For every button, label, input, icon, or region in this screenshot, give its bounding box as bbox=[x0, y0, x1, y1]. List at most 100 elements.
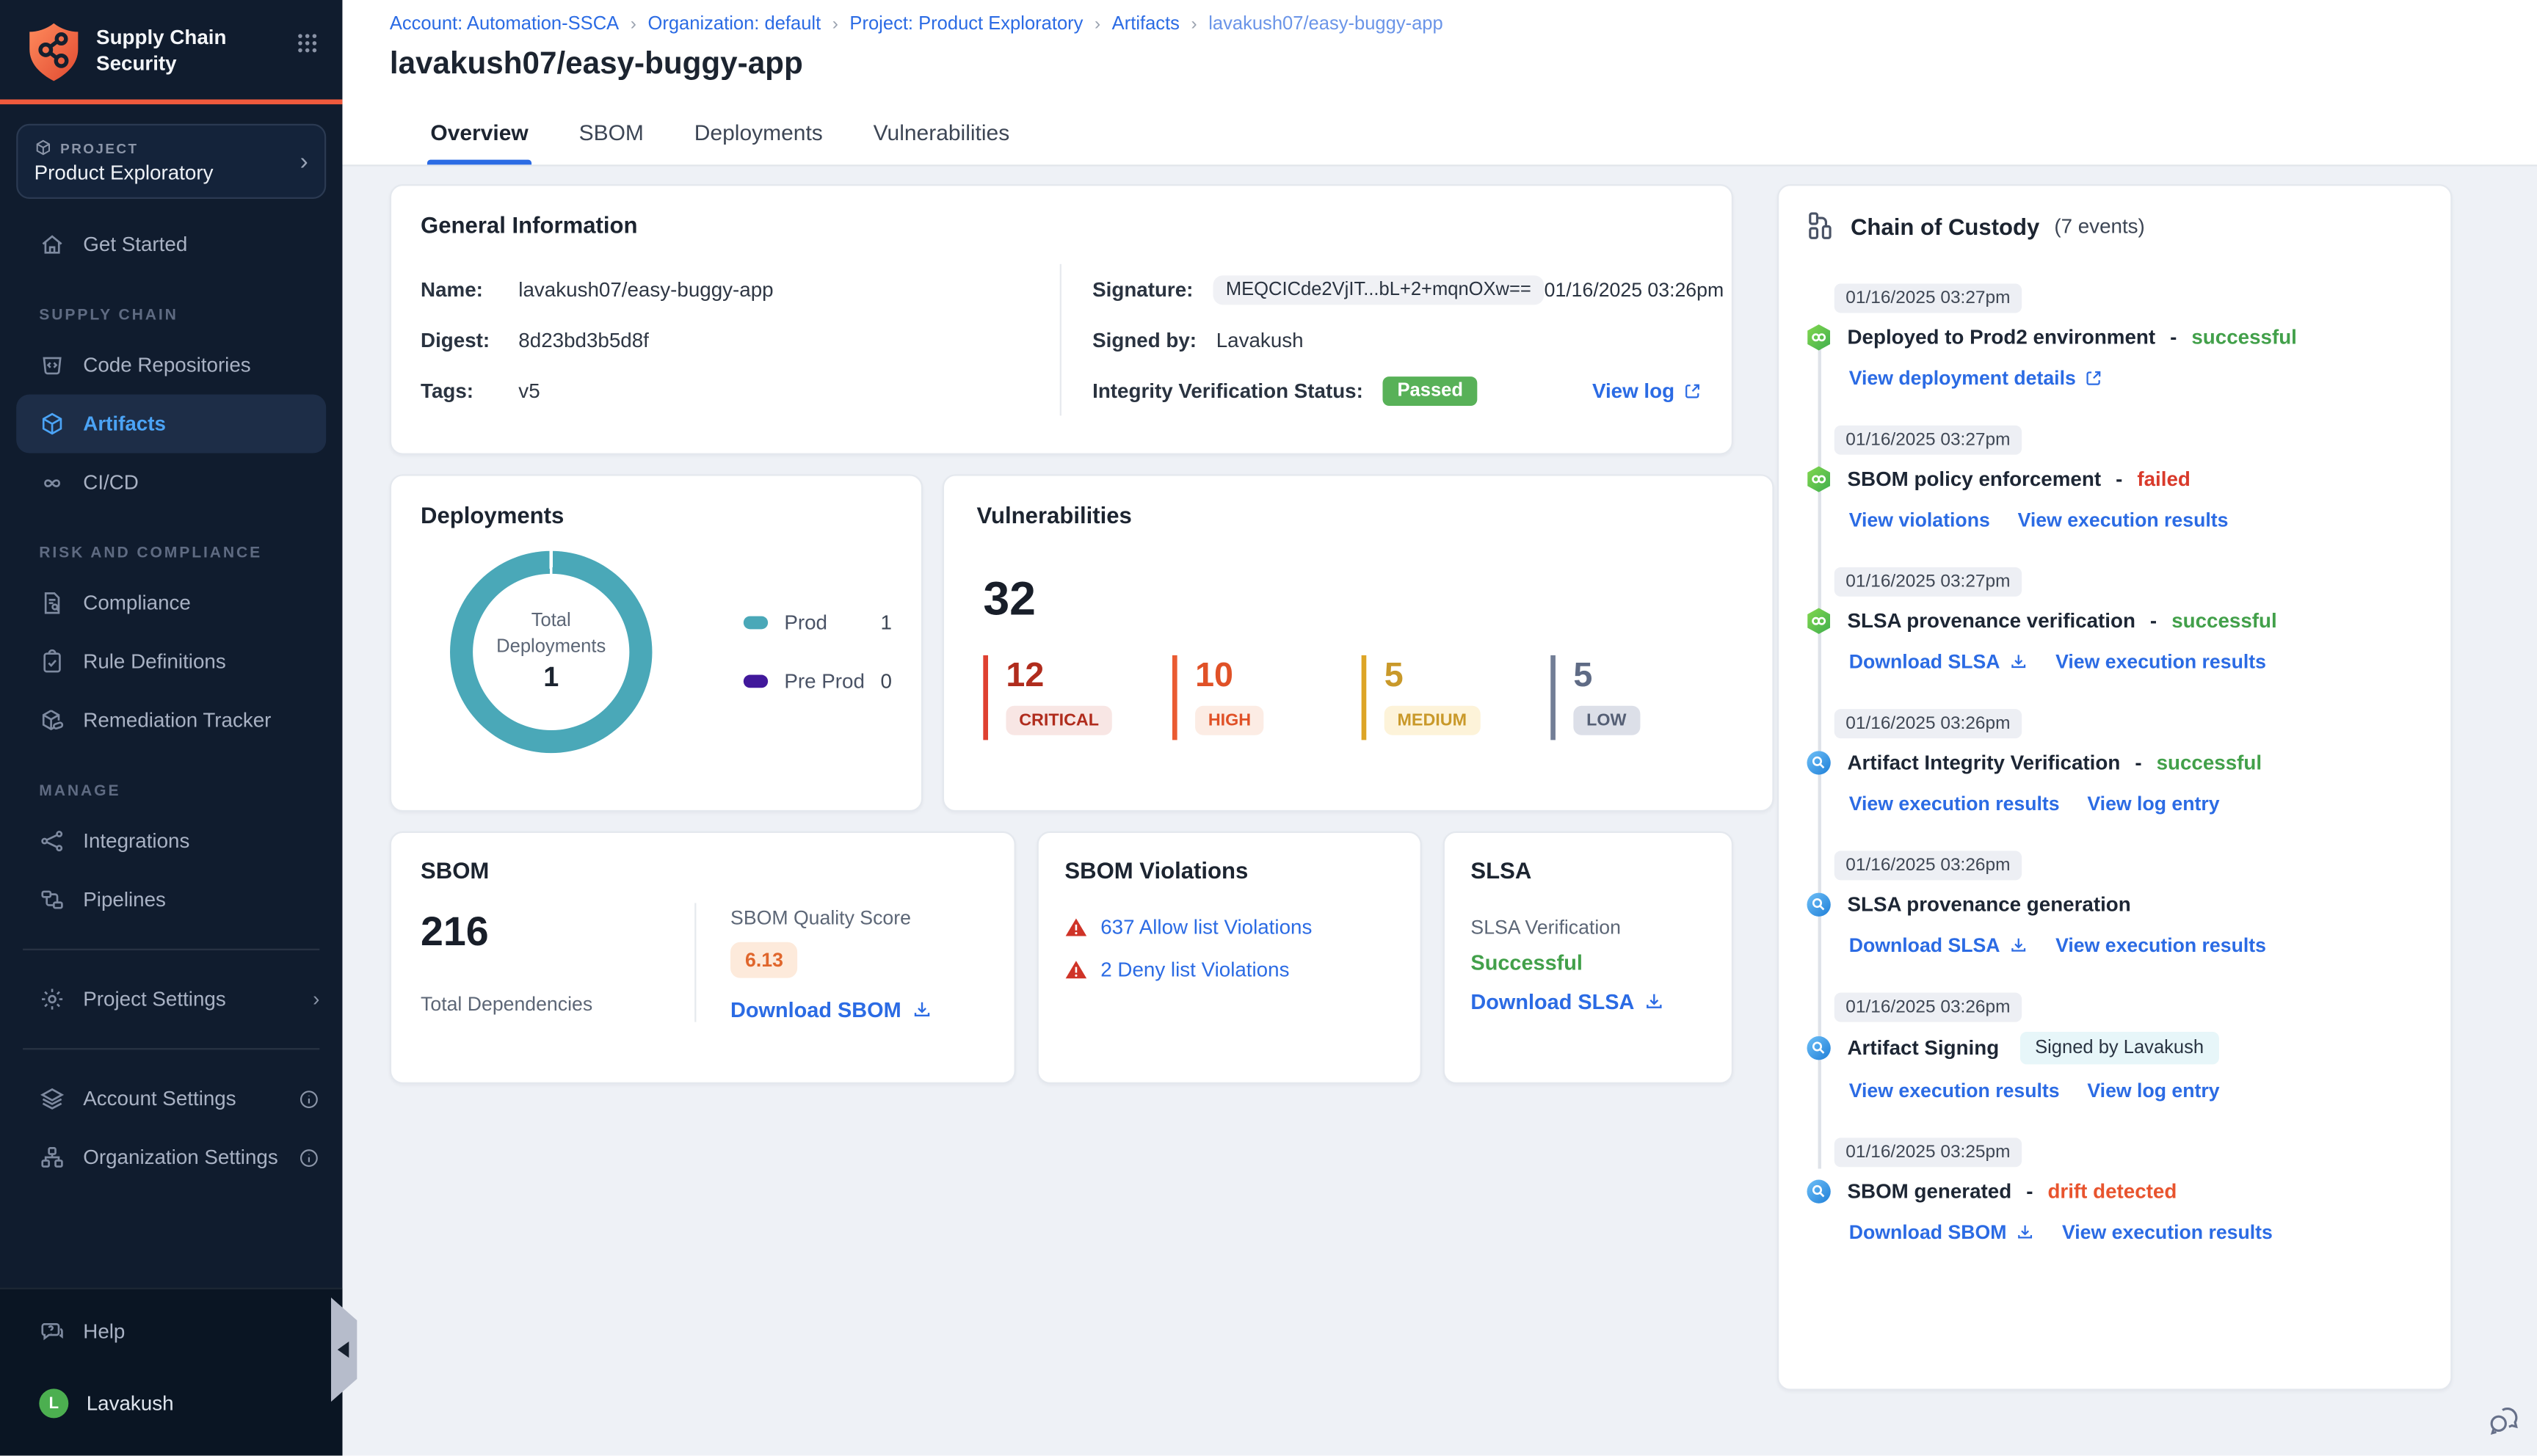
link-label: View violations bbox=[1848, 508, 1990, 532]
pipeline-event-icon bbox=[1807, 324, 1831, 351]
allow-list-violations-link[interactable]: 637 Allow list Violations bbox=[1064, 916, 1394, 939]
info-icon[interactable] bbox=[298, 1147, 319, 1168]
event-timestamp: 01/16/2025 03:26pm bbox=[1834, 851, 2022, 881]
chain-of-custody-title: Chain of Custody bbox=[1850, 212, 2040, 239]
view-execution-results-link[interactable]: View execution results bbox=[2055, 934, 2266, 957]
sidebar-item-organization-settings[interactable]: Organization Settings bbox=[0, 1128, 342, 1187]
deny-list-violations-label: 2 Deny list Violations bbox=[1100, 958, 1290, 982]
event-status: successful bbox=[2191, 326, 2297, 349]
sidebar-item-pipelines[interactable]: Pipelines bbox=[0, 870, 342, 929]
event-status: successful bbox=[2171, 609, 2277, 633]
event-sbom-policy-enforcement: 01/16/2025 03:27pm SBOM policy enforceme… bbox=[1805, 423, 2425, 531]
legend-item-pre-prod: Pre Prod 0 bbox=[743, 670, 892, 693]
view-execution-results-link[interactable]: View execution results bbox=[1849, 1079, 2060, 1102]
event-deployed-prod2: 01/16/2025 03:27pm Deployed to Prod2 env… bbox=[1805, 282, 2425, 390]
view-log-entry-link[interactable]: View log entry bbox=[2087, 1079, 2219, 1102]
tab-vulnerabilities[interactable]: Vulnerabilities bbox=[870, 99, 1012, 164]
code-repository-icon bbox=[39, 352, 65, 379]
signed-by-label: Signed by: bbox=[1092, 328, 1197, 352]
nav-section-supply-chain: SUPPLY CHAIN bbox=[39, 306, 178, 324]
event-timestamp: 01/16/2025 03:27pm bbox=[1834, 425, 2022, 455]
view-execution-results-link[interactable]: View execution results bbox=[2055, 650, 2266, 673]
sidebar-item-label: Get Started bbox=[83, 233, 188, 256]
dash: - bbox=[2026, 1180, 2033, 1204]
sbom-quality-score-value: 6.13 bbox=[730, 942, 798, 978]
module-grid-menu-icon[interactable] bbox=[295, 21, 319, 56]
breadcrumb-artifacts[interactable]: Artifacts bbox=[1112, 15, 1180, 34]
dash: - bbox=[2135, 751, 2142, 775]
breadcrumb-project[interactable]: Project: Product Exploratory bbox=[849, 15, 1083, 34]
breadcrumb-organization[interactable]: Organization: default bbox=[647, 15, 821, 34]
sbom-violations-card: SBOM Violations 637 Allow list Violation… bbox=[1037, 831, 1422, 1085]
view-violations-link[interactable]: View violations bbox=[1849, 509, 1990, 531]
link-label: View deployment details bbox=[1848, 366, 2076, 390]
sidebar-item-rule-definitions[interactable]: Rule Definitions bbox=[0, 633, 342, 691]
artifacts-box-icon bbox=[39, 411, 65, 437]
gear-icon bbox=[39, 986, 65, 1013]
tab-deployments[interactable]: Deployments bbox=[691, 99, 826, 164]
severity-medium: 5 MEDIUM bbox=[1361, 655, 1551, 740]
download-icon bbox=[2011, 655, 2025, 669]
download-slsa-label: Download SLSA bbox=[1470, 989, 1635, 1014]
download-sbom-link[interactable]: Download SBOM bbox=[730, 997, 932, 1022]
infinity-icon bbox=[39, 470, 65, 496]
event-timeline: 01/16/2025 03:27pm Deployed to Prod2 env… bbox=[1805, 282, 2425, 1244]
sidebar-item-project-settings[interactable]: Project Settings › bbox=[0, 970, 342, 1029]
event-title: Artifact Integrity Verification bbox=[1847, 751, 2121, 775]
breadcrumb-current[interactable]: lavakush07/easy-buggy-app bbox=[1208, 15, 1443, 34]
breadcrumb-account[interactable]: Account: Automation-SSCA bbox=[390, 15, 619, 34]
event-timestamp: 01/16/2025 03:27pm bbox=[1834, 283, 2022, 313]
event-status: successful bbox=[2156, 751, 2262, 775]
event-status: drift detected bbox=[2047, 1180, 2177, 1204]
sidebar-item-account-settings[interactable]: Account Settings bbox=[0, 1069, 342, 1128]
chevron-right-icon: › bbox=[313, 987, 320, 1011]
user-menu[interactable]: L Lavakush bbox=[0, 1374, 342, 1433]
slsa-card: SLSA SLSA Verification Successful Downlo… bbox=[1442, 831, 1734, 1085]
sidebar-nav: Get Started SUPPLY CHAIN Code Repositori… bbox=[0, 205, 342, 1288]
divider bbox=[23, 948, 320, 950]
breadcrumb-separator: › bbox=[630, 14, 636, 34]
medium-count: 5 bbox=[1384, 657, 1404, 695]
events-count: (7 events) bbox=[2054, 214, 2145, 238]
tab-overview[interactable]: Overview bbox=[427, 99, 532, 165]
deployments-donut-chart: Total Deployments 1 bbox=[450, 550, 653, 754]
sidebar-item-integrations[interactable]: Integrations bbox=[0, 812, 342, 870]
signature-value[interactable]: MEQCICde2VjIT...bL+2+mqnOXw== bbox=[1213, 274, 1545, 305]
link-label: Download SLSA bbox=[1848, 650, 2000, 674]
accent-divider bbox=[0, 99, 343, 105]
layers-icon bbox=[39, 1085, 65, 1112]
deployments-card: Deployments Total Deployments 1 Prod 1 P… bbox=[389, 474, 923, 812]
download-icon bbox=[2017, 1225, 2032, 1239]
download-slsa-link[interactable]: Download SLSA bbox=[1849, 934, 2028, 957]
user-name: Lavakush bbox=[86, 1391, 174, 1415]
sidebar-item-get-started[interactable]: Get Started bbox=[0, 215, 342, 274]
sidebar-item-compliance[interactable]: Compliance bbox=[0, 574, 342, 633]
deny-list-violations-link[interactable]: 2 Deny list Violations bbox=[1064, 958, 1394, 981]
sidebar-item-artifacts[interactable]: Artifacts bbox=[16, 394, 327, 454]
link-label: View execution results bbox=[2055, 933, 2266, 957]
download-slsa-link[interactable]: Download SLSA bbox=[1470, 989, 1705, 1014]
view-deployment-details-link[interactable]: View deployment details bbox=[1849, 367, 2104, 390]
info-icon[interactable] bbox=[298, 1088, 319, 1110]
tab-sbom[interactable]: SBOM bbox=[576, 99, 647, 164]
help-chat-icon bbox=[39, 1319, 65, 1345]
download-sbom-link[interactable]: Download SBOM bbox=[1849, 1221, 2034, 1244]
sidebar: Supply Chain Security PROJECT Product Ex… bbox=[0, 0, 357, 1456]
support-chat-launcher[interactable] bbox=[2486, 1402, 2522, 1438]
sidebar-item-label: CI/CD bbox=[83, 470, 139, 494]
view-execution-results-link[interactable]: View execution results bbox=[2018, 509, 2229, 531]
view-execution-results-link[interactable]: View execution results bbox=[1849, 792, 2060, 815]
download-slsa-link[interactable]: Download SLSA bbox=[1849, 650, 2028, 673]
sidebar-item-code-repositories[interactable]: Code Repositories bbox=[0, 336, 342, 395]
warning-triangle-icon bbox=[1065, 961, 1087, 979]
page-title: lavakush07/easy-buggy-app bbox=[389, 47, 803, 82]
total-deployments-value: 1 bbox=[543, 661, 559, 694]
sidebar-item-remediation-tracker[interactable]: Remediation Tracker bbox=[0, 691, 342, 750]
sidebar-item-cicd[interactable]: CI/CD bbox=[0, 453, 342, 512]
medium-badge: MEDIUM bbox=[1384, 705, 1480, 735]
help-button[interactable]: Help bbox=[0, 1303, 342, 1361]
view-execution-results-link[interactable]: View execution results bbox=[2062, 1221, 2273, 1244]
project-selector[interactable]: PROJECT Product Exploratory › bbox=[16, 123, 327, 199]
view-log-entry-link[interactable]: View log entry bbox=[2087, 792, 2219, 815]
view-log-link[interactable]: View log bbox=[1592, 379, 1702, 402]
